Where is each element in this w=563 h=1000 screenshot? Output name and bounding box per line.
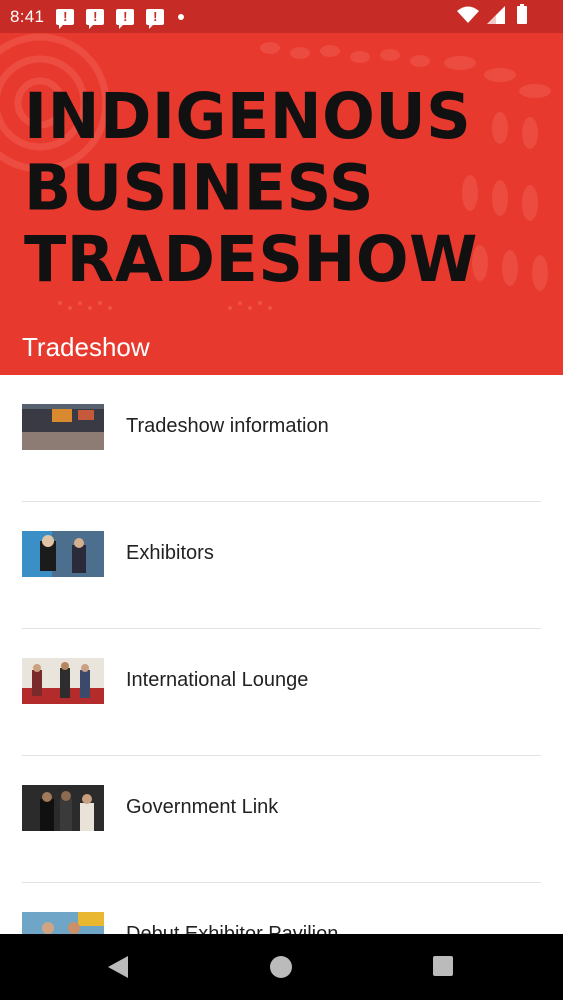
exhibitors-thumbnail <box>22 531 104 577</box>
list-item-international-lounge[interactable]: International Lounge <box>0 629 563 756</box>
government-link-thumbnail <box>22 785 104 831</box>
home-icon[interactable] <box>270 956 292 978</box>
status-bar: 8:41 ! ! ! ! <box>0 0 563 33</box>
banner-title: INDIGENOUS BUSINESS TRADESHOW <box>24 78 478 297</box>
list-item-debut-exhibitor-pavilion[interactable]: Debut Exhibitor Pavilion <box>0 883 563 934</box>
tradeshow-menu-list: Tradeshow information Exhibitors Interna… <box>0 375 563 934</box>
list-item-government-link[interactable]: Government Link <box>0 756 563 883</box>
alert-message-icon: ! <box>146 8 165 29</box>
signal-icon <box>487 6 505 24</box>
tradeshow-hall-thumbnail <box>22 404 104 450</box>
list-item-exhibitors[interactable]: Exhibitors <box>0 502 563 629</box>
status-time: 8:41 <box>10 6 45 26</box>
recents-icon[interactable] <box>433 956 453 976</box>
wifi-icon <box>457 6 479 23</box>
list-item-tradeshow-information[interactable]: Tradeshow information <box>0 375 563 502</box>
more-notifications-dot-icon <box>178 13 185 20</box>
list-item-label: Exhibitors <box>126 542 214 564</box>
list-item-label: Debut Exhibitor Pavilion <box>126 923 339 934</box>
page-title: Tradeshow <box>22 332 150 362</box>
alert-message-icon: ! <box>86 8 105 29</box>
international-lounge-thumbnail <box>22 658 104 704</box>
system-navigation-bar <box>0 934 563 1000</box>
alert-message-icon: ! <box>116 8 135 29</box>
list-item-label: Government Link <box>126 796 279 818</box>
list-item-label: Tradeshow information <box>126 415 329 437</box>
back-icon[interactable] <box>108 956 128 978</box>
battery-icon <box>517 4 527 24</box>
debut-exhibitor-thumbnail <box>22 912 104 934</box>
list-item-label: International Lounge <box>126 669 309 691</box>
alert-message-icon: ! <box>56 8 75 29</box>
tradeshow-banner: INDIGENOUS BUSINESS TRADESHOW Tradeshow <box>0 33 563 375</box>
